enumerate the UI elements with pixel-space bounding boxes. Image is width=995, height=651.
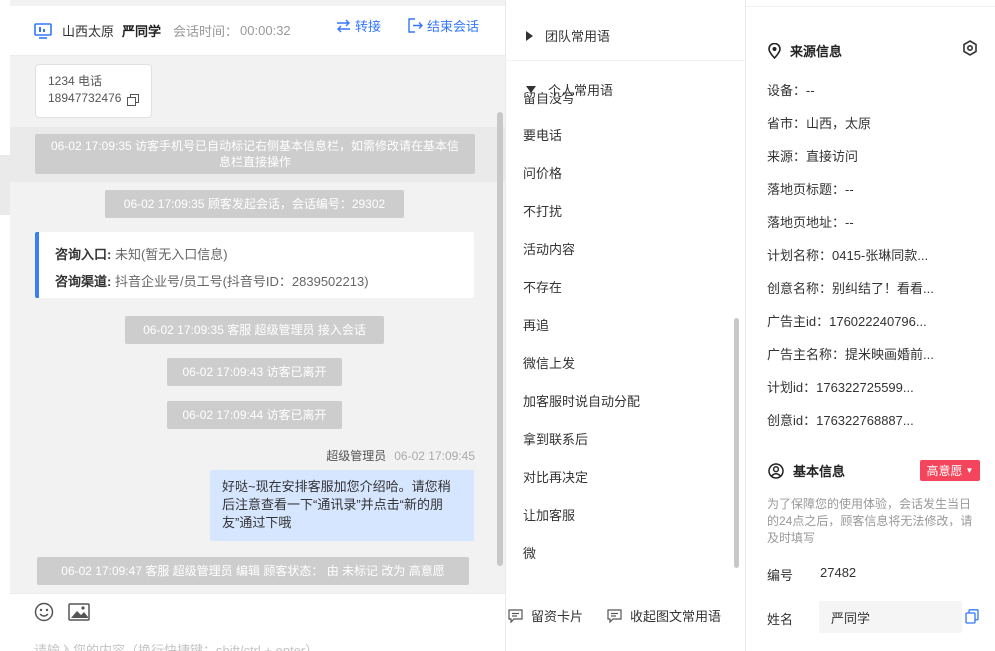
phrase-item[interactable]: 问价格 (523, 163, 562, 182)
left-strip (0, 0, 10, 651)
customer-info-panel: 来源信息 设备：-- 省市：山西，太原 来源：直接访问 落地页标题：-- 落地页… (745, 0, 995, 651)
consult-entry-row: 咨询入口: 未知(暂无入口信息) (55, 241, 458, 268)
source-row: 广告主id：176022240796... (767, 314, 927, 329)
system-message: 06-02 17:09:35 客服 超级管理员 接入会话 (125, 316, 384, 344)
id-value: 27482 (820, 565, 857, 580)
caret-right-icon (526, 30, 533, 41)
phrase-group-personal[interactable]: 个人常用语 (526, 80, 613, 99)
phrase-item[interactable]: 加客服时说自动分配 (523, 391, 640, 410)
phrases-scrollbar[interactable] (734, 318, 739, 568)
caret-down-icon: ▼ (965, 466, 974, 475)
lead-card-button[interactable]: 留资卡片 (508, 606, 583, 625)
transfer-icon (337, 19, 350, 32)
system-message: 06-02 17:09:44 访客已离开 (167, 401, 342, 429)
strip-mark (0, 155, 10, 215)
phrases-divider (506, 60, 746, 61)
phrase-item[interactable]: 不打扰 (523, 201, 562, 220)
phrase-item[interactable]: 微 (523, 543, 536, 562)
source-row: 落地页地址：-- (767, 215, 854, 230)
message-icon (607, 608, 622, 623)
phrase-item[interactable]: 对比再决定 (523, 467, 588, 486)
agent-sender: 超级管理员 (326, 449, 387, 463)
consult-info-card: 咨询入口: 未知(暂无入口信息) 咨询渠道: 抖音企业号/员工号(抖音号ID：2… (35, 232, 474, 298)
chat-input[interactable]: 请输入您的内容（换行快捷键：shift/ctrl + enter） (34, 640, 318, 651)
emoji-icon[interactable] (34, 602, 54, 622)
intent-badge[interactable]: 高意愿 ▼ (920, 460, 980, 481)
location-pin-icon (768, 42, 781, 59)
consult-entry-label: 咨询入口: (55, 247, 112, 262)
image-icon[interactable] (68, 603, 90, 621)
agent-message-time: 06-02 17:09:45 (394, 449, 475, 463)
caret-down-icon (526, 86, 536, 93)
phrase-item[interactable]: 不存在 (523, 277, 562, 296)
copy-icon[interactable] (127, 94, 139, 106)
phrase-group-personal-label: 个人常用语 (548, 83, 614, 98)
intent-badge-label: 高意愿 (926, 464, 963, 478)
copy-icon[interactable] (965, 609, 979, 624)
id-label: 编号 (767, 568, 794, 583)
consult-channel-label: 咨询渠道: (55, 274, 112, 289)
system-message: 06-02 17:09:35 顾客发起会话，会话编号：29302 (105, 190, 404, 218)
top-divider (746, 6, 995, 7)
transfer-label: 转接 (355, 19, 382, 34)
end-session-button[interactable]: 结束会话 (408, 16, 479, 35)
phrases-panel: 团队常用语 留自没写 个人常用语 要电话 问价格 不打扰 活动内容 不存在 再追… (505, 0, 746, 651)
agent-message-bubble: 好哒~现在安排客服加您介绍哈。请您稍后注意查看一下“通讯录”并点击“新的朋友”通… (210, 470, 474, 541)
phrase-item[interactable]: 微信上发 (523, 353, 575, 372)
end-session-label: 结束会话 (427, 19, 480, 34)
consult-channel-value: 抖音企业号/员工号(抖音号ID：2839502213) (114, 274, 369, 289)
source-row: 计划id：176322725599... (767, 380, 914, 395)
phrase-item[interactable]: 让加客服 (523, 505, 575, 524)
basic-info-title-label: 基本信息 (793, 464, 846, 479)
collapse-phrases-label: 收起图文常用语 (630, 609, 722, 624)
system-message: 06-02 17:09:43 访客已离开 (167, 358, 342, 386)
edit-notice: 为了保障您的使用体验，会话发生当日的24点之后，顾客信息将无法修改，请及时填写 (767, 497, 973, 545)
source-row: 广告主名称：提米映画婚前... (767, 347, 934, 362)
phrase-group-team-label: 团队常用语 (545, 29, 611, 44)
consult-channel-row: 咨询渠道: 抖音企业号/员工号(抖音号ID：2839502213) (55, 268, 458, 295)
source-row: 创意名称：别纠结了！看看... (767, 281, 934, 296)
system-message: 06-02 17:09:35 访客手机号已自动标记右侧基本信息栏，如需修改请在基… (35, 134, 475, 174)
message-icon (508, 608, 523, 623)
phrase-group-team[interactable]: 团队常用语 (526, 26, 610, 45)
chat-scrollbar[interactable] (497, 112, 503, 566)
contact-card-line1: 1234 电话 (48, 74, 103, 88)
basic-info-title: 基本信息 (768, 461, 845, 480)
source-info-title: 来源信息 (768, 41, 842, 60)
chat-panel: 山西太原 严同学 会话时间： 00:00:32 转接 结束会话 1234 电话 … (0, 0, 505, 651)
transfer-button[interactable]: 转接 (336, 16, 381, 35)
phrase-item[interactable]: 拿到联系后 (523, 429, 588, 448)
collapse-phrases-button[interactable]: 收起图文常用语 (607, 606, 721, 625)
source-row: 创意id：176322768887... (767, 413, 914, 428)
settings-icon[interactable] (962, 40, 978, 56)
chat-input-area: 请输入您的内容（换行快捷键：shift/ctrl + enter） (10, 593, 505, 651)
phrase-item[interactable]: 活动内容 (523, 239, 575, 258)
user-icon (768, 462, 784, 479)
name-label: 姓名 (767, 612, 794, 627)
system-message: 06-02 17:09:47 客服 超级管理员 编辑 顾客状态： 由 未标记 改… (37, 557, 469, 585)
source-row: 落地页标题：-- (767, 182, 854, 197)
visitor-location: 山西太原 (62, 24, 115, 39)
source-row: 省市：山西，太原 (767, 116, 872, 131)
phrase-item[interactable]: 再追 (523, 315, 549, 334)
agent-message-meta: 超级管理员 06-02 17:09:45 (326, 447, 475, 464)
name-field[interactable] (819, 601, 962, 633)
source-row: 计划名称：0415-张琳同款... (767, 248, 929, 263)
session-time: 00:00:32 (240, 23, 291, 38)
contact-card[interactable]: 1234 电话 18947732476 (35, 64, 152, 118)
exit-icon (408, 18, 423, 33)
source-row: 来源：直接访问 (767, 149, 859, 164)
phrases-footer: 留资卡片 收起图文常用语 (506, 600, 746, 630)
consult-entry-value: 未知(暂无入口信息) (114, 247, 228, 262)
contact-card-line2: 18947732476 (48, 91, 122, 105)
visitor-name: 严同学 (122, 24, 162, 39)
source-row: 设备：-- (767, 83, 815, 98)
phrase-item[interactable]: 要电话 (523, 125, 562, 144)
monitor-icon (34, 22, 52, 39)
lead-card-label: 留资卡片 (531, 609, 584, 624)
session-time-label: 会话时间： (173, 24, 239, 39)
source-info-title-label: 来源信息 (790, 44, 843, 59)
message-list[interactable]: 1234 电话 18947732476 06-02 17:09:35 访客手机号… (10, 57, 505, 593)
